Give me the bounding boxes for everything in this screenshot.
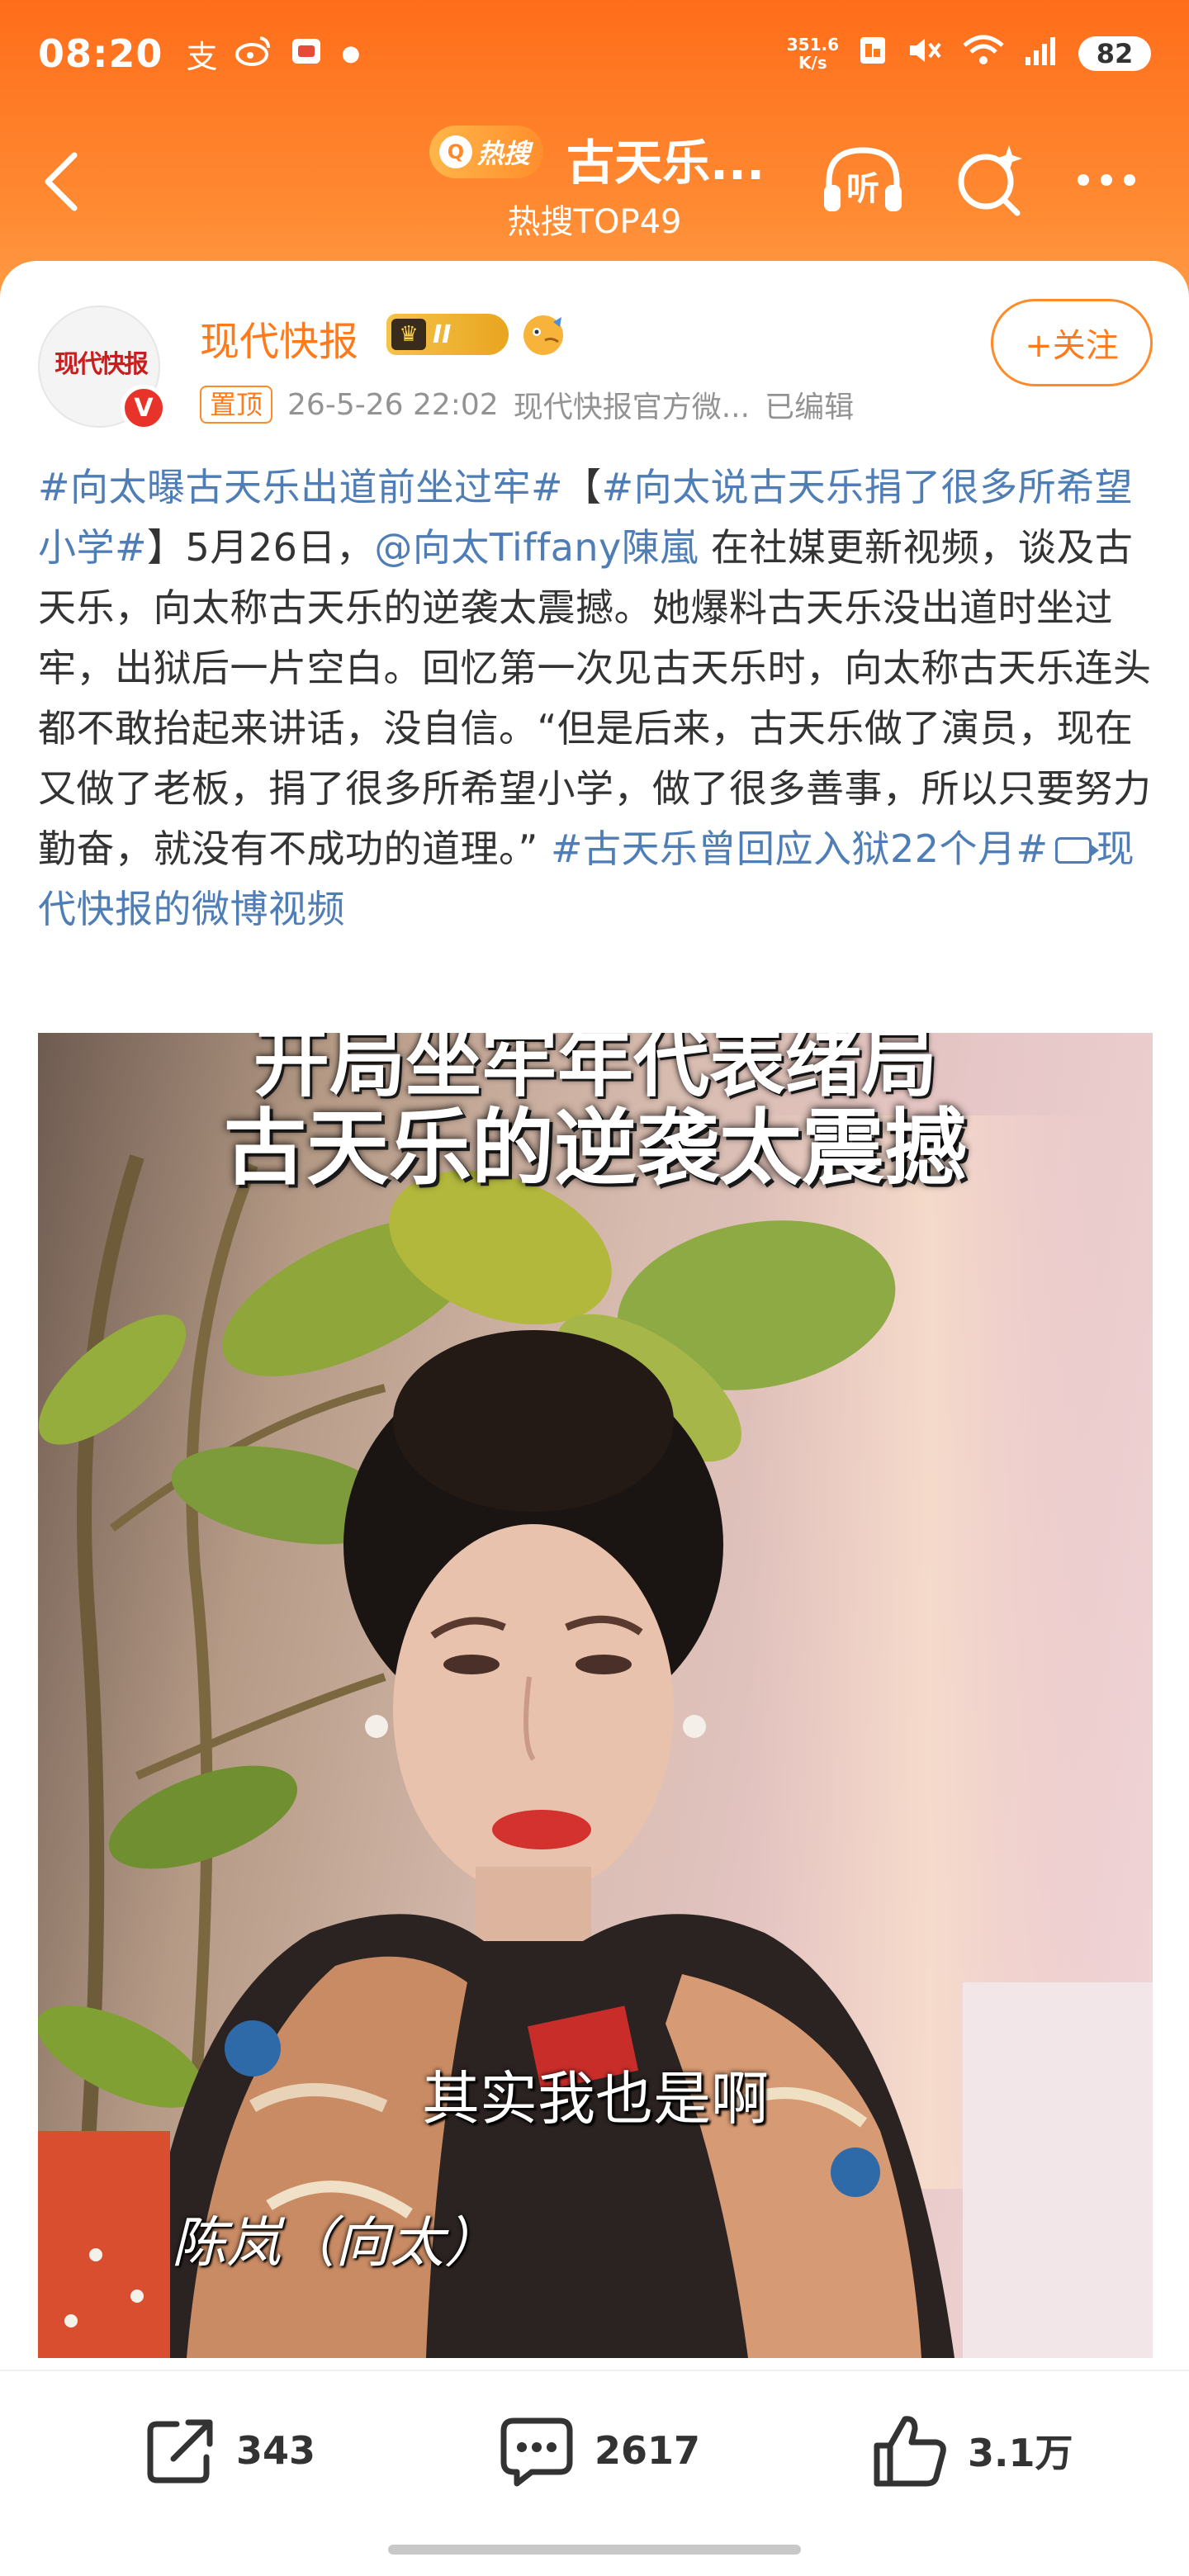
status-right-icons: 351.6 K/s 82: [787, 34, 1151, 74]
more-button[interactable]: [1065, 139, 1156, 221]
share-icon: [147, 2419, 213, 2484]
search-icon: Q: [439, 135, 472, 168]
post-meta: 置顶 26-5-26 22:02 现代快报官方微... 已编辑: [200, 383, 854, 426]
video-player[interactable]: 开局坐牢年代表绪局 古天乐的逆袭太震撼 其实我也是啊 陈岚（向太）: [38, 1033, 1153, 2358]
hashtag-link[interactable]: #向太曝古天乐出道前坐过牢#: [38, 465, 563, 509]
page-title: 古天乐...: [566, 135, 765, 191]
edited-label: 已编辑: [765, 391, 855, 424]
member-level: II: [433, 320, 452, 349]
hot-search-label: 热搜: [477, 138, 531, 169]
fan-badge-icon[interactable]: [520, 312, 566, 358]
network-speed: 351.6 K/s: [786, 35, 839, 73]
post-time: 26-5-26 22:02: [287, 387, 499, 422]
battery-indicator: 82: [1078, 36, 1151, 71]
like-button[interactable]: 3.1万: [869, 2411, 1073, 2490]
status-notification-icons: 支 ●: [186, 31, 360, 77]
post-source: 现代快报官方微...: [513, 391, 751, 424]
more-dots-icon: [1078, 174, 1135, 186]
follow-button[interactable]: +关注: [991, 299, 1153, 386]
member-badge[interactable]: ♛ II: [386, 314, 509, 355]
comment-button[interactable]: 2617: [495, 2411, 700, 2490]
listen-button[interactable]: 听: [817, 139, 908, 221]
crown-icon: ♛: [391, 319, 426, 350]
post-body: #向太曝古天乐出道前坐过牢#【#向太说古天乐捐了很多所希望小学#】5月26日，@…: [38, 465, 1152, 931]
alipay-icon: 支: [186, 38, 218, 75]
nav-bar: Q 热搜 古天乐... 热搜TOP49 听: [0, 107, 1189, 256]
ai-search-button[interactable]: [948, 139, 1039, 221]
video-subtitle: 其实我也是啊: [422, 2065, 769, 2133]
hashtag-link[interactable]: #古天乐曾回应入狱22个月#: [551, 826, 1049, 871]
thumbs-up-icon: [874, 2416, 946, 2487]
mute-icon: [907, 34, 943, 74]
verified-icon: V: [121, 385, 167, 431]
cellular-signal-icon: [1024, 34, 1060, 74]
mention-link[interactable]: @向太Tiffany陳嵐: [374, 525, 698, 570]
status-bar: 08:20 支 ● 351.6 K/s 82: [0, 0, 1189, 107]
app-icon: [290, 34, 323, 74]
wifi-icon: [961, 34, 1006, 74]
svg-text:听: 听: [846, 170, 879, 208]
dot-icon: ●: [341, 41, 361, 66]
action-bar: 343 2617 3.1万: [0, 2370, 1189, 2535]
sparkle-search-icon: [958, 145, 1022, 216]
video-link-icon: [1054, 837, 1099, 864]
status-time: 08:20: [38, 31, 163, 76]
weibo-icon: [235, 35, 272, 73]
hot-search-pill[interactable]: Q 热搜: [429, 125, 544, 178]
comment-icon: [500, 2417, 573, 2487]
headphones-icon: 听: [824, 147, 902, 211]
post-card: 现代快报 V 现代快报 ♛ II +关注 置顶 26-5-26 22:02 现代…: [0, 261, 1189, 2383]
video-title: 古天乐的逆袭太震撼: [224, 1099, 967, 1196]
pinned-badge: 置顶: [200, 386, 273, 424]
video-frame-image: [38, 1115, 1153, 2358]
author-name[interactable]: 现代快报: [200, 309, 358, 367]
home-indicator[interactable]: [388, 2545, 801, 2555]
like-count: 3.1万: [968, 2431, 1073, 2475]
comment-count: 2617: [594, 2428, 701, 2473]
avatar-logo-text: 现代快报: [54, 350, 149, 379]
nfc-icon: [857, 34, 888, 74]
share-button[interactable]: 343: [140, 2411, 315, 2490]
share-count: 343: [236, 2428, 316, 2473]
video-name-tag: 陈岚（向太）: [172, 2211, 499, 2275]
